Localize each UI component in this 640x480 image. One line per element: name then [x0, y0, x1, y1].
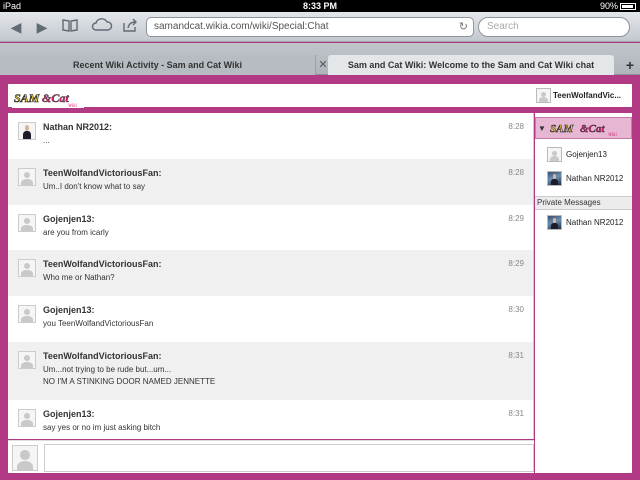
svg-text:Wiki: Wiki [68, 104, 77, 108]
avatar [547, 171, 562, 187]
private-messages-header: Private Messages [535, 196, 632, 210]
chat-message: TeenWolfandVictoriousFan: 8:28 Um..I don… [8, 159, 533, 205]
message-user[interactable]: Nathan NR2012: [43, 122, 112, 132]
current-user-name: TeenWolfandVic... [553, 91, 622, 100]
bookmarks-icon[interactable] [60, 18, 80, 36]
tab-label: Sam and Cat Wiki: Welcome to the Sam and… [347, 60, 595, 70]
user-name: Nathan NR2012 [566, 218, 624, 227]
battery-indicator: 90% [600, 0, 636, 12]
user-list-sidebar: ▼ SAM &Cat Wiki Gojenjen13 Nathan NR2012… [535, 113, 632, 473]
message-time: 8:31 [508, 409, 524, 418]
clock: 8:33 PM [302, 1, 337, 11]
tab-bar: Recent Wiki Activity - Sam and Cat Wiki … [0, 43, 640, 75]
status-bar: iPad 8:33 PM 90% [0, 0, 640, 12]
chat-message: Gojenjen13: 8:31 say yes or no im just a… [8, 400, 533, 439]
battery-icon [620, 3, 636, 11]
chat-message: Gojenjen13: 8:29 are you from icarly [8, 205, 533, 250]
avatar [12, 445, 38, 471]
message-text: Um...not trying to be rude but...um... N… [43, 365, 216, 386]
avatar[interactable] [18, 168, 36, 186]
chat-message: TeenWolfandVictoriousFan: 8:29 Who me or… [8, 250, 533, 296]
browser-toolbar: ◀ ▶ samandcat.wikia.com/wiki/Special:Cha… [0, 12, 640, 42]
avatar[interactable] [18, 305, 36, 323]
battery-percent: 90% [599, 1, 618, 11]
tab-chat[interactable]: Sam and Cat Wiki: Welcome to the Sam and… [328, 55, 614, 75]
message-user[interactable]: Gojenjen13: [43, 214, 95, 224]
avatar [536, 88, 551, 104]
message-input[interactable] [44, 444, 534, 472]
svg-text:&Cat: &Cat [42, 91, 69, 105]
message-time: 8:28 [508, 122, 524, 131]
message-time: 8:31 [508, 351, 524, 360]
message-time: 8:28 [508, 168, 524, 177]
user-name: Nathan NR2012 [566, 174, 624, 183]
tab-label: Recent Wiki Activity - Sam and Cat Wiki [72, 60, 243, 70]
message-text: say yes or no im just asking bitch [43, 423, 161, 432]
current-user[interactable]: TeenWolfandVic... [536, 87, 628, 105]
user-name: Gojenjen13 [566, 150, 607, 159]
user-list-item[interactable]: Nathan NR2012 [547, 171, 623, 189]
tab-recent-activity[interactable]: Recent Wiki Activity - Sam and Cat Wiki [0, 55, 316, 75]
message-user[interactable]: Gojenjen13: [43, 305, 95, 315]
back-icon[interactable]: ◀ [6, 18, 26, 36]
message-text: ... [43, 136, 50, 145]
svg-text:SAM: SAM [14, 91, 40, 105]
chat-log[interactable]: Nathan NR2012: 8:28 ... TeenWolfandVicto… [8, 113, 534, 439]
avatar[interactable] [18, 409, 36, 427]
message-text: are you from icarly [43, 228, 109, 237]
message-time: 8:29 [508, 259, 524, 268]
avatar[interactable] [18, 122, 36, 140]
message-time: 8:29 [508, 214, 524, 223]
avatar[interactable] [18, 259, 36, 277]
svg-text:Wiki: Wiki [608, 133, 617, 137]
message-composer [8, 440, 534, 473]
reload-icon[interactable]: ↻ [459, 18, 468, 36]
message-time: 8:30 [508, 305, 524, 314]
user-list-item[interactable]: Gojenjen13 [547, 147, 607, 165]
forward-icon[interactable]: ▶ [32, 18, 52, 36]
message-user[interactable]: Gojenjen13: [43, 409, 95, 419]
avatar [547, 215, 562, 231]
chat-message: TeenWolfandVictoriousFan: 8:31 Um...not … [8, 342, 533, 400]
search-field[interactable]: Search [478, 17, 630, 37]
svg-text:&Cat: &Cat [580, 123, 605, 135]
message-user[interactable]: TeenWolfandVictoriousFan: [43, 168, 162, 178]
message-user[interactable]: TeenWolfandVictoriousFan: [43, 259, 162, 269]
icloud-icon[interactable] [90, 18, 114, 36]
message-user[interactable]: TeenWolfandVictoriousFan: [43, 351, 162, 361]
main-room[interactable]: ▼ SAM &Cat Wiki [535, 117, 632, 139]
private-message-item[interactable]: Nathan NR2012 [547, 215, 623, 233]
avatar [547, 147, 562, 163]
share-icon[interactable] [120, 18, 140, 36]
search-placeholder: Search [487, 21, 519, 32]
chat-page: SAM &Cat Wiki TeenWolfandVic... Nathan N… [0, 76, 640, 480]
svg-text:SAM: SAM [550, 123, 574, 135]
chat-message: Nathan NR2012: 8:28 ... [8, 113, 533, 159]
chat-header: SAM &Cat Wiki TeenWolfandVic... [8, 84, 632, 110]
avatar[interactable] [18, 214, 36, 232]
chat-message: Gojenjen13: 8:30 you TeenWolfandVictorio… [8, 296, 533, 342]
collapse-arrow-icon[interactable]: ▼ [538, 124, 546, 133]
address-text: samandcat.wikia.com/wiki/Special:Chat [154, 21, 329, 32]
message-text: Who me or Nathan? [43, 273, 115, 282]
message-text: you TeenWolfandVictoriousFan [43, 319, 154, 328]
wiki-logo: SAM &Cat Wiki [550, 123, 618, 137]
new-tab-icon[interactable]: + [620, 55, 640, 75]
address-bar[interactable]: samandcat.wikia.com/wiki/Special:Chat ↻ [146, 17, 474, 37]
message-text: Um..I don't know what to say [43, 182, 146, 191]
avatar[interactable] [18, 351, 36, 369]
wiki-logo[interactable]: SAM &Cat Wiki [12, 88, 84, 108]
